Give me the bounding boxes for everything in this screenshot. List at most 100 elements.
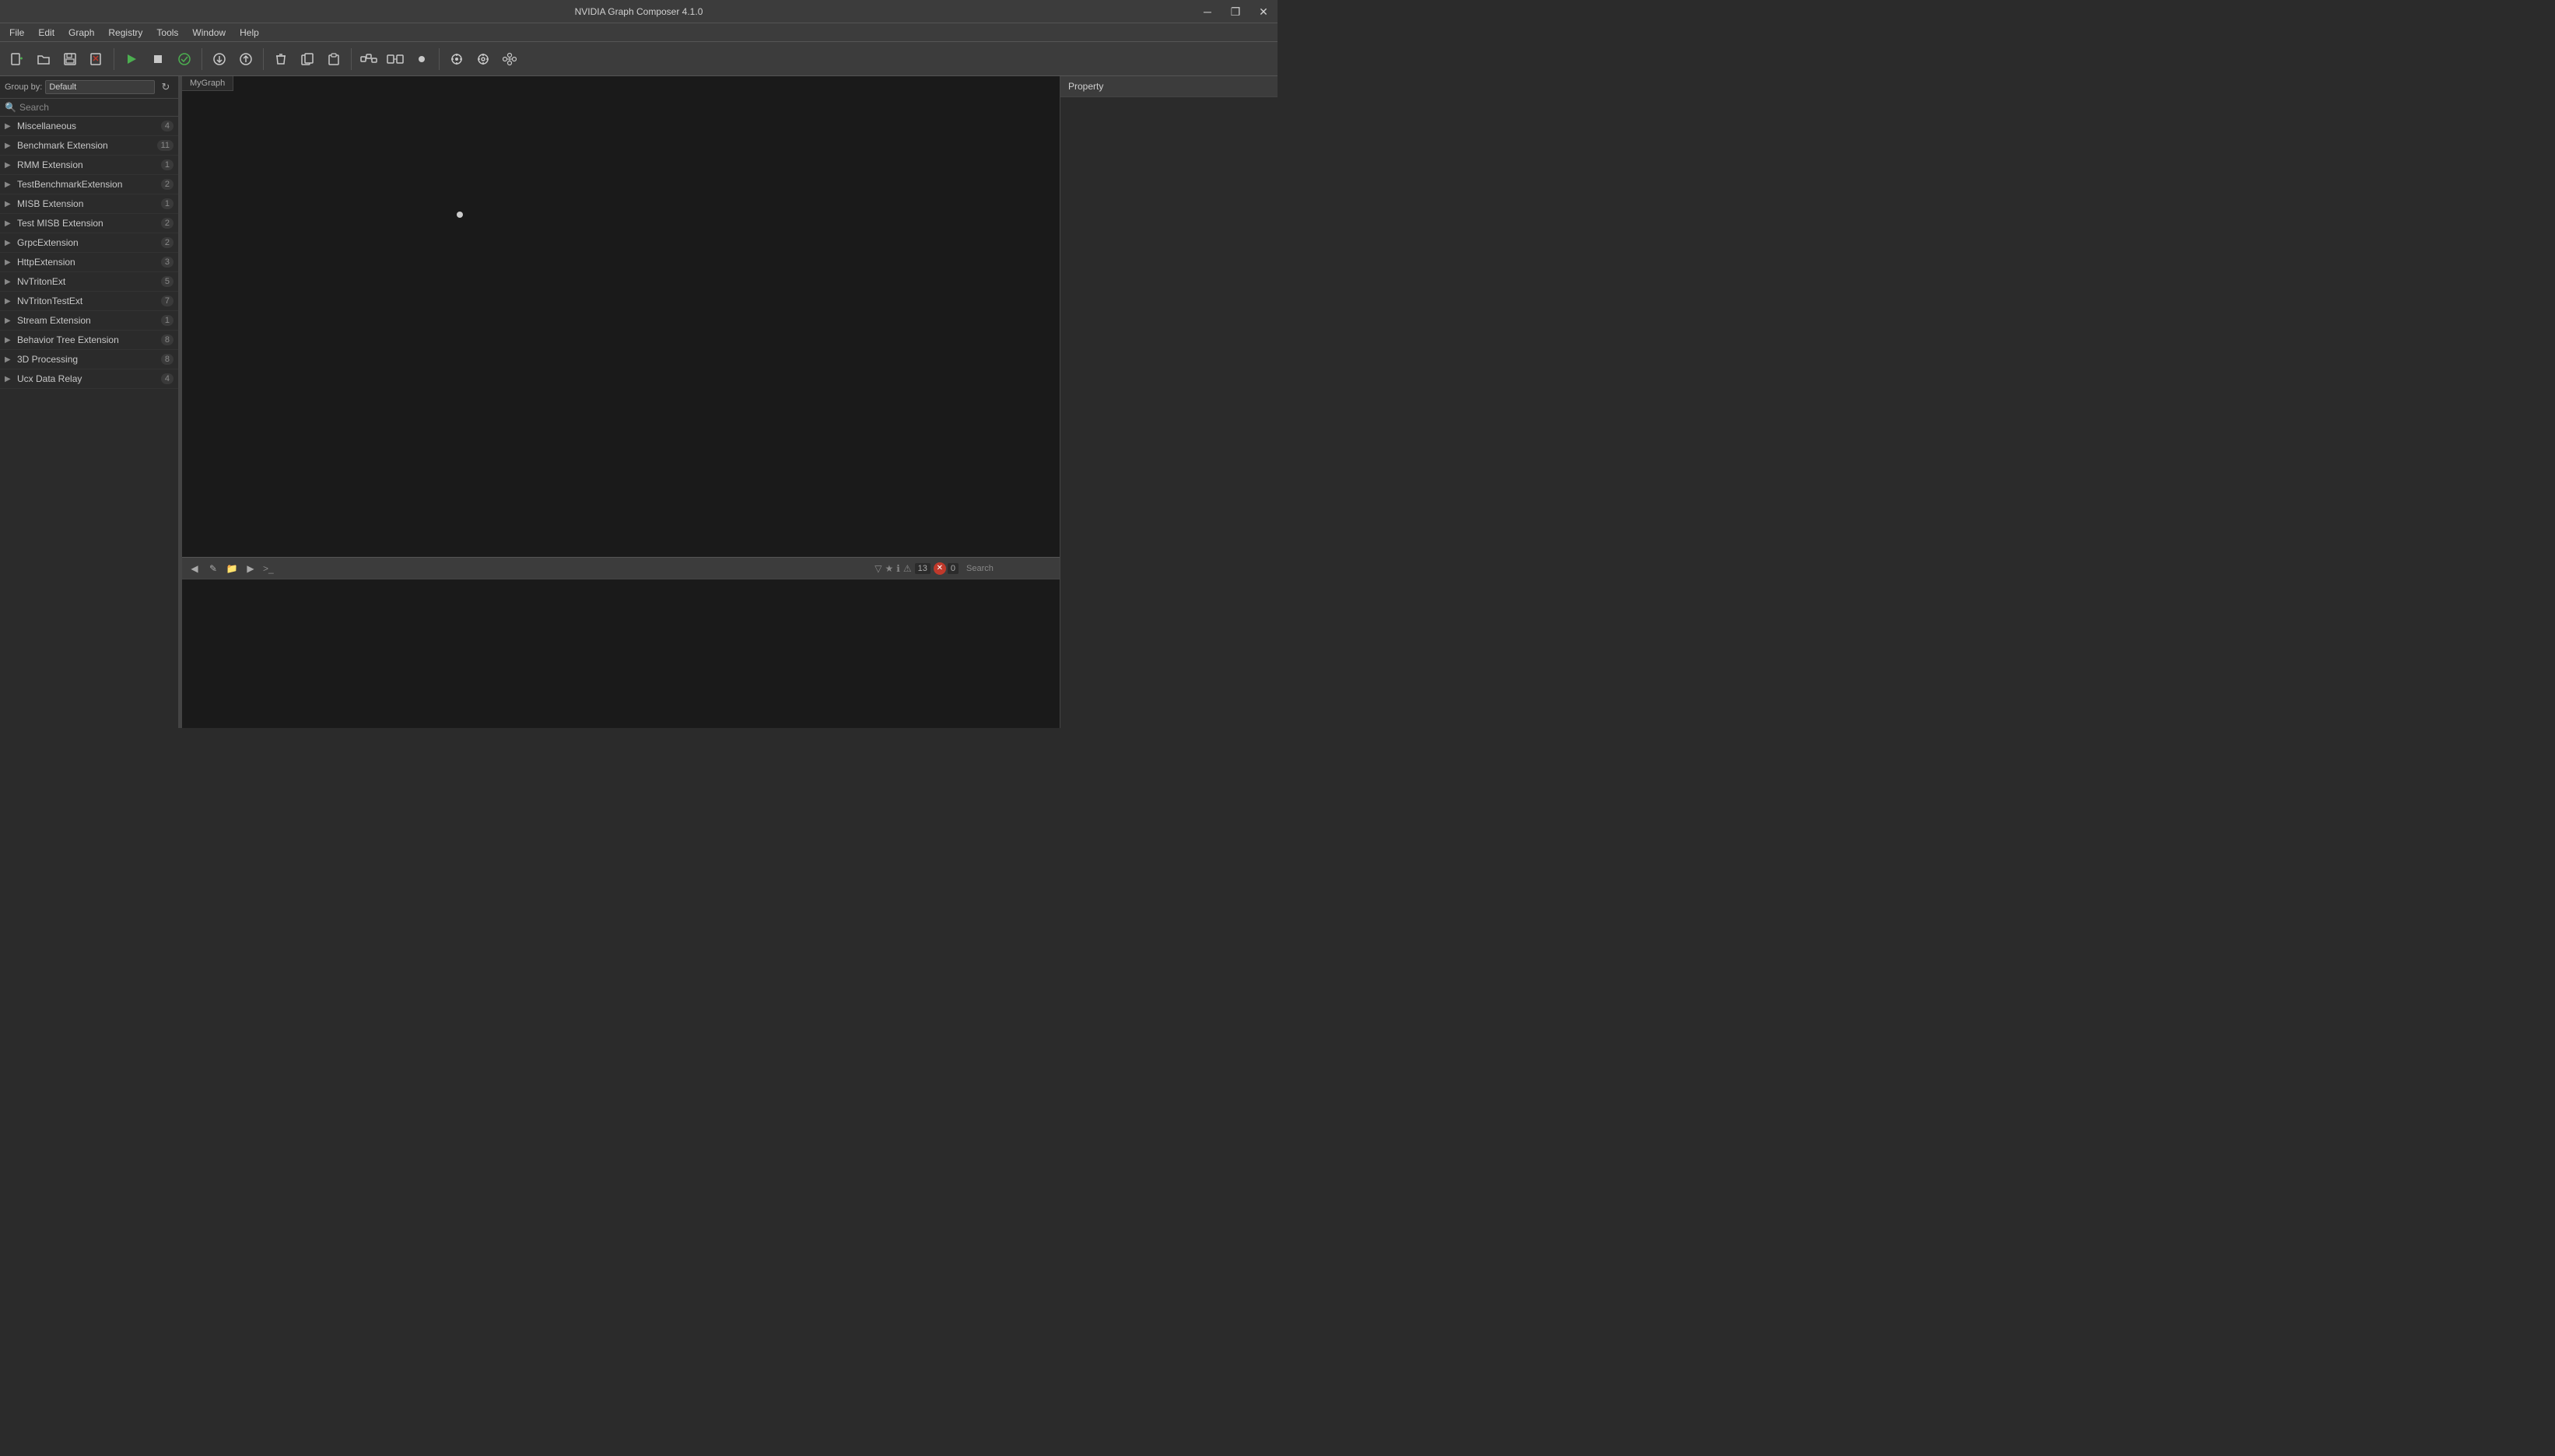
log-search-input[interactable]	[962, 562, 1055, 575]
chevron-right-icon: ▶	[5, 219, 12, 228]
extension-item[interactable]: ▶TestBenchmarkExtension2	[0, 175, 178, 194]
extension-item[interactable]: ▶Stream Extension1	[0, 311, 178, 331]
warning-count: 13	[915, 563, 931, 574]
graph-tab[interactable]: MyGraph	[182, 76, 233, 91]
group-by-select[interactable]: Default Category Author	[45, 80, 155, 94]
extension-item[interactable]: ▶ NvTritonTestExt7	[0, 292, 178, 311]
extension-item[interactable]: ▶Test MISB Extension2	[0, 214, 178, 233]
filter-icon[interactable]: ▽	[874, 563, 881, 574]
extension-list: ▶Miscellaneous4▶Benchmark Extension11▶RM…	[0, 117, 178, 728]
extension-item[interactable]: ▶MISB Extension1	[0, 194, 178, 214]
graph-canvas[interactable]: MyGraph	[182, 76, 1060, 557]
menu-help[interactable]: Help	[233, 26, 265, 40]
extension-count: 8	[161, 334, 173, 345]
warning-filter-icon[interactable]: ⚠	[903, 563, 912, 574]
extension-name: Ucx Data Relay	[17, 373, 161, 384]
info-filter-icon[interactable]: ℹ	[896, 563, 900, 574]
extension-count: 4	[161, 373, 173, 384]
extension-name: TestBenchmarkExtension	[17, 179, 161, 190]
extension-item[interactable]: ▶Benchmark Extension11	[0, 136, 178, 156]
toolbar-sep-4	[351, 48, 352, 70]
chevron-right-icon: ▶	[5, 161, 12, 170]
group-by-row: Group by: Default Category Author ↻	[0, 76, 178, 99]
chevron-right-icon: ▶	[5, 200, 12, 208]
group-by-label: Group by:	[5, 82, 42, 92]
chevron-right-icon: ▶	[5, 355, 12, 364]
load-up-button[interactable]	[233, 47, 258, 72]
extension-item[interactable]: ▶GrpcExtension2	[0, 233, 178, 253]
extension-item[interactable]: ▶NvTritonExt5	[0, 272, 178, 292]
bottom-section: ◀ ✎ 📁 ▶ >_ ▽ ★ ℹ ⚠ 13 ✕ 0	[182, 557, 1060, 728]
console-back-button[interactable]: ◀	[187, 561, 202, 576]
error-status: ✕ 0	[934, 562, 959, 575]
menu-graph[interactable]: Graph	[62, 26, 100, 40]
extension-item[interactable]: ▶RMM Extension1	[0, 156, 178, 175]
menu-window[interactable]: Window	[186, 26, 232, 40]
new-button[interactable]	[5, 47, 30, 72]
close-window-button[interactable]: ✕	[1249, 0, 1278, 23]
extension-name: Miscellaneous	[17, 121, 161, 131]
minimize-button[interactable]: ─	[1193, 0, 1221, 23]
toolbar-sep-3	[263, 48, 264, 70]
console-prompt: >_	[263, 563, 274, 574]
bottom-toolbar: ◀ ✎ 📁 ▶ >_ ▽ ★ ℹ ⚠ 13 ✕ 0	[182, 558, 1060, 579]
chevron-right-icon: ▶	[5, 258, 12, 267]
chevron-right-icon: ▶	[5, 297, 12, 306]
open-button[interactable]	[31, 47, 56, 72]
menu-tools[interactable]: Tools	[150, 26, 184, 40]
save-button[interactable]	[58, 47, 82, 72]
error-count: 0	[948, 563, 959, 574]
chevron-right-icon: ▶	[5, 142, 12, 150]
auto-layout-button[interactable]	[497, 47, 522, 72]
console-edit-button[interactable]: ✎	[205, 561, 221, 576]
extension-count: 7	[161, 296, 173, 306]
error-badge: ✕	[934, 562, 946, 575]
extension-item[interactable]: ▶3D Processing8	[0, 350, 178, 369]
menu-file[interactable]: File	[3, 26, 30, 40]
stop-button[interactable]	[145, 47, 170, 72]
chevron-right-icon: ▶	[5, 122, 12, 131]
load-down-button[interactable]	[207, 47, 232, 72]
extension-name: GrpcExtension	[17, 237, 161, 248]
extension-name: HttpExtension	[17, 257, 161, 268]
console-run-button[interactable]: ▶	[243, 561, 258, 576]
fit-graph-button[interactable]	[471, 47, 496, 72]
property-content	[1060, 97, 1278, 728]
search-input[interactable]	[19, 102, 173, 113]
star-filter-icon[interactable]: ★	[885, 563, 894, 574]
left-sidebar: Group by: Default Category Author ↻ 🔍 ▶ M…	[0, 76, 179, 728]
delete-button[interactable]	[268, 47, 293, 72]
close-file-button[interactable]	[84, 47, 109, 72]
chevron-right-icon: ▶	[5, 180, 12, 189]
subgraph-button[interactable]	[383, 47, 408, 72]
main-layout: Group by: Default Category Author ↻ 🔍 ▶ M…	[0, 76, 1278, 728]
menu-bar: File Edit Graph Registry Tools Window He…	[0, 23, 1278, 42]
extension-name: 3D Processing	[17, 354, 161, 365]
extension-item[interactable]: ▶Miscellaneous4	[0, 117, 178, 136]
copy-button[interactable]	[295, 47, 320, 72]
console-folder-button[interactable]: 📁	[224, 561, 240, 576]
menu-registry[interactable]: Registry	[102, 26, 149, 40]
bottom-status-area: ▽ ★ ℹ ⚠ 13 ✕ 0	[874, 562, 1055, 575]
extension-name: RMM Extension	[17, 159, 161, 170]
extension-item[interactable]: ▶ HttpExtension3	[0, 253, 178, 272]
extension-name: MISB Extension	[17, 198, 161, 209]
more-nodes-button[interactable]	[356, 47, 381, 72]
chevron-right-icon: ▶	[5, 375, 12, 383]
extension-count: 2	[161, 218, 173, 229]
center-graph-button[interactable]	[444, 47, 469, 72]
search-box: 🔍	[0, 99, 178, 117]
play-button[interactable]	[119, 47, 144, 72]
extension-count: 3	[161, 257, 173, 268]
extension-item[interactable]: ▶Behavior Tree Extension8	[0, 331, 178, 350]
dot-node-button[interactable]	[409, 47, 434, 72]
toolbar-sep-5	[439, 48, 440, 70]
extension-item[interactable]: ▶ Ucx Data Relay4	[0, 369, 178, 389]
menu-edit[interactable]: Edit	[32, 26, 61, 40]
extension-count: 5	[161, 276, 173, 287]
refresh-button[interactable]: ↻	[158, 79, 173, 95]
paste-button[interactable]	[321, 47, 346, 72]
restore-button[interactable]: ❐	[1221, 0, 1249, 23]
check-button[interactable]	[172, 47, 197, 72]
extension-name: NvTritonTestExt	[17, 296, 161, 306]
